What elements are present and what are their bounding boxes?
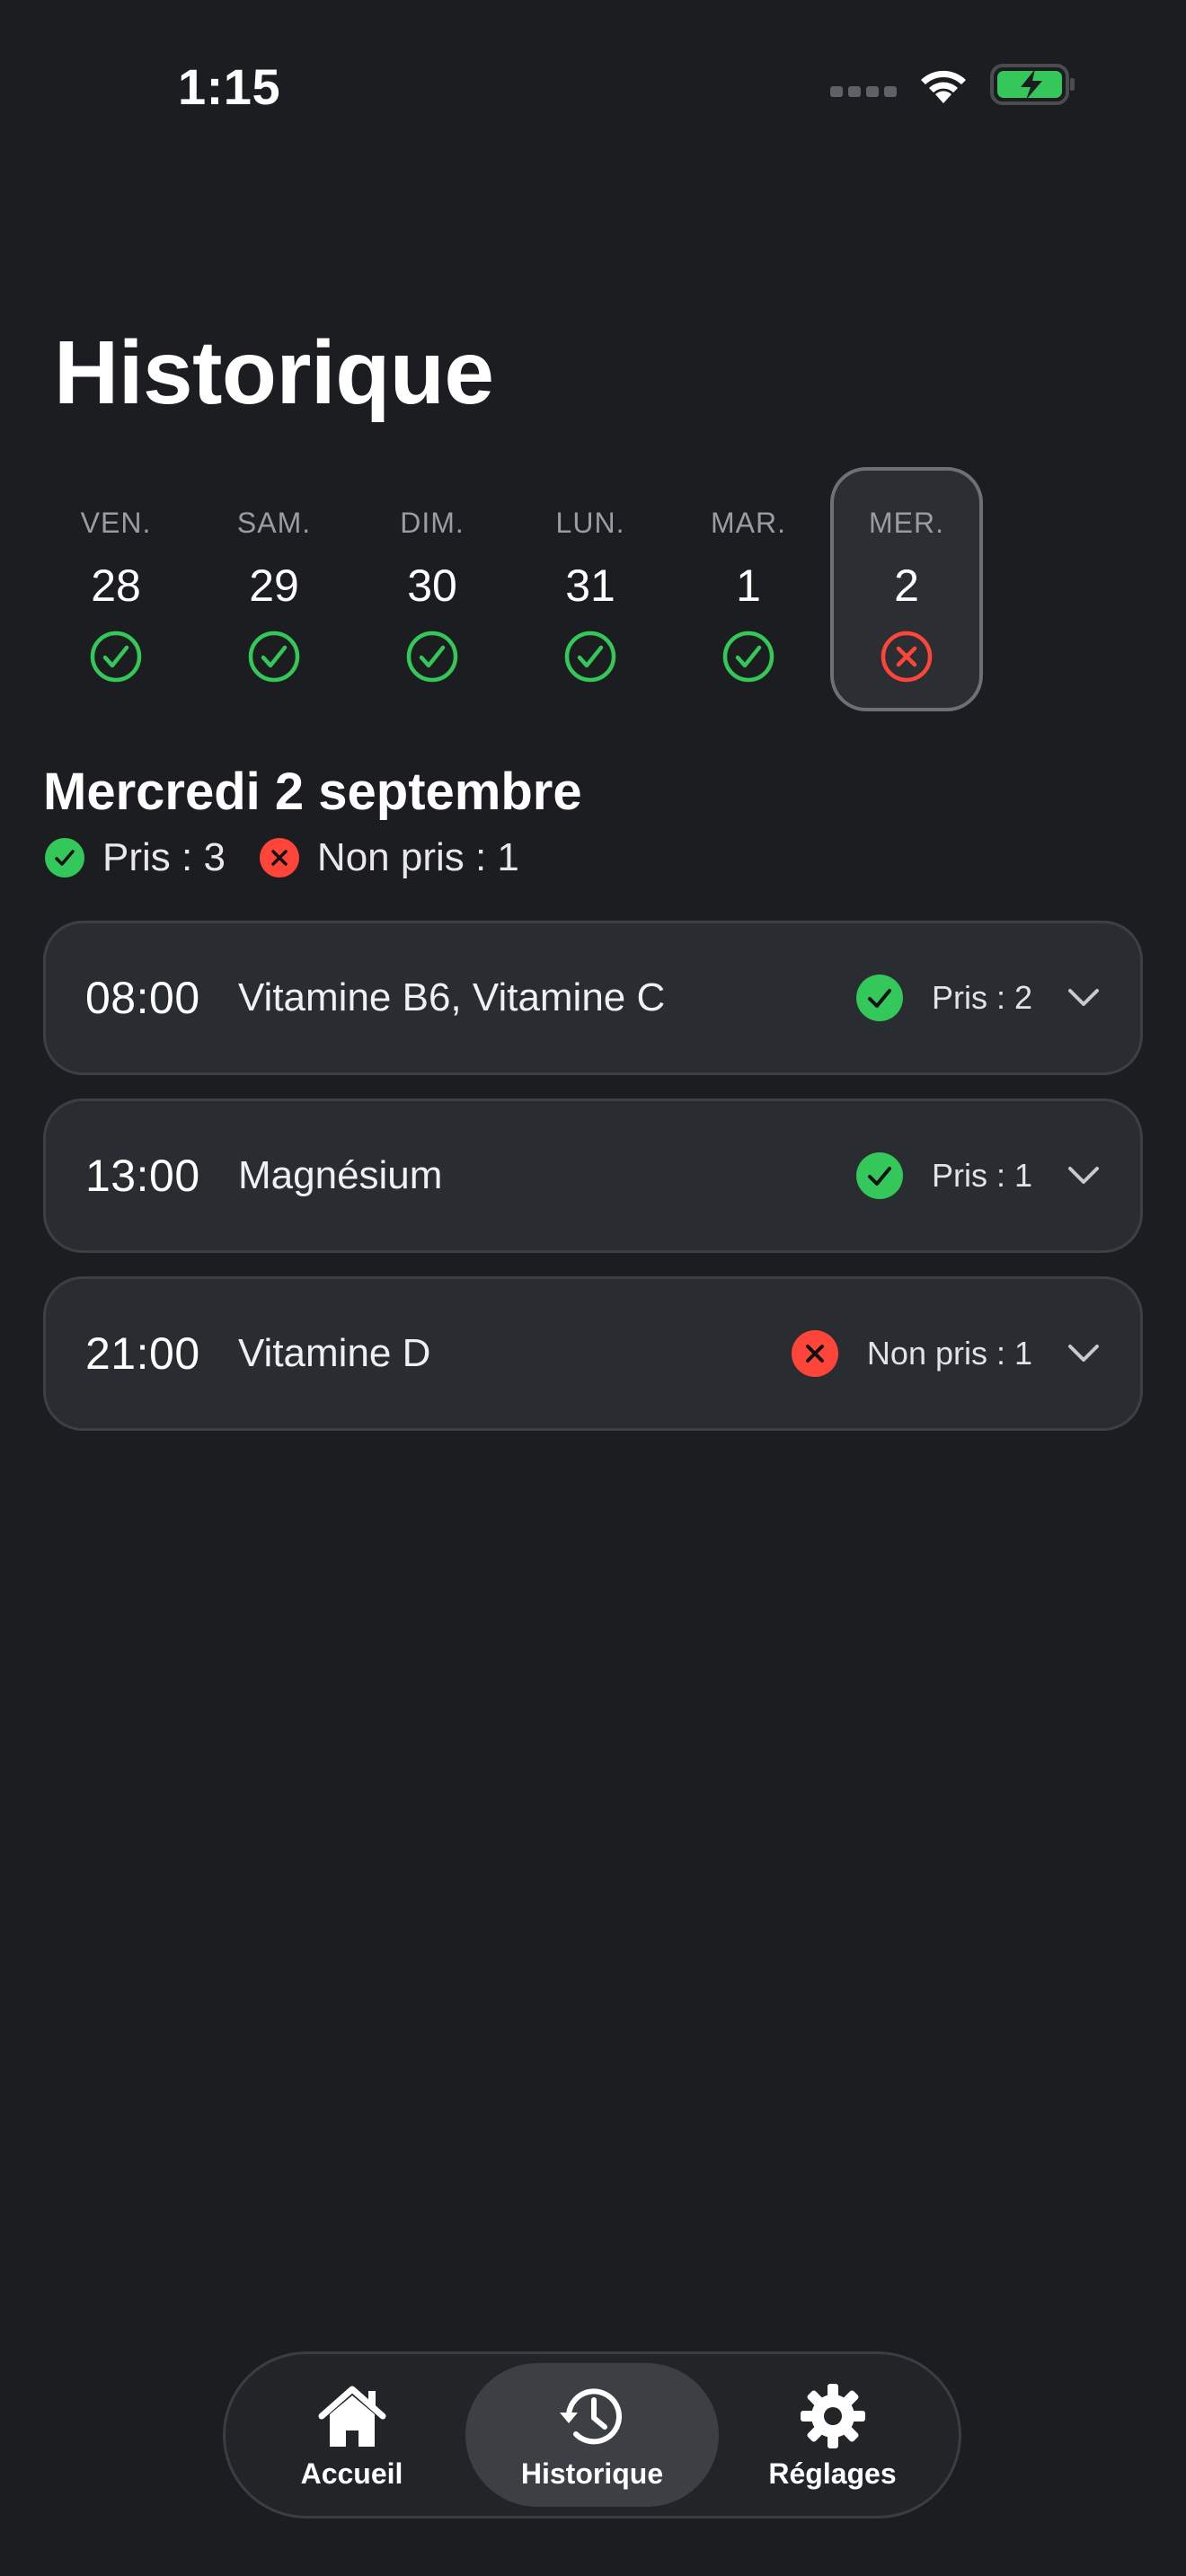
wifi-icon	[921, 70, 966, 103]
tab-label: Historique	[520, 2457, 664, 2490]
day-tue[interactable]: MAR. 1	[672, 467, 825, 711]
day-name: MAR.	[711, 507, 786, 539]
day-name: DIM.	[400, 507, 465, 539]
tab-label: Accueil	[300, 2457, 403, 2490]
chevron-down-icon[interactable]	[1067, 1343, 1101, 1364]
day-name: SAM.	[236, 507, 312, 539]
dose-list: 08:00 Vitamine B6, Vitamine C Pris : 2 1…	[43, 921, 1143, 1454]
dose-card[interactable]: 21:00 Vitamine D Non pris : 1	[43, 1276, 1143, 1431]
day-name: VEN.	[80, 507, 152, 539]
day-number: 28	[91, 560, 141, 611]
gear-icon	[800, 2383, 865, 2448]
x-circle-icon	[881, 631, 933, 683]
tab-bar: Accueil Historique Réglages	[223, 2351, 961, 2519]
day-number: 31	[565, 560, 615, 611]
check-filled-icon	[45, 838, 84, 878]
dose-status: Non pris : 1	[866, 1335, 1032, 1372]
day-fri[interactable]: VEN. 28	[40, 467, 192, 711]
week-strip: VEN. 28 SAM. 29 DIM. 30 LUN. 31 MAR. 1 M…	[40, 467, 983, 711]
day-number: 30	[407, 560, 457, 611]
status-icons	[830, 63, 1076, 106]
x-filled-icon	[259, 838, 299, 878]
day-number: 2	[894, 560, 919, 611]
dose-name: Magnésium	[238, 1153, 443, 1197]
chevron-down-icon[interactable]	[1067, 1165, 1101, 1187]
dose-time: 21:00	[85, 1328, 200, 1379]
dose-time: 08:00	[85, 973, 200, 1023]
day-number: 1	[736, 560, 761, 611]
tab-label: Réglages	[768, 2457, 897, 2490]
dose-time: 13:00	[85, 1151, 200, 1201]
tab-history[interactable]: Historique	[465, 2363, 719, 2507]
dose-card[interactable]: 13:00 Magnésium Pris : 1	[43, 1098, 1143, 1253]
selected-date-heading: Mercredi 2 septembre	[43, 763, 582, 821]
check-filled-icon	[855, 1152, 903, 1199]
cellular-signal-icon	[830, 86, 897, 97]
taken-count: Pris : 3	[102, 835, 226, 879]
house-icon	[318, 2386, 385, 2447]
dose-name: Vitamine D	[238, 1331, 431, 1375]
day-mon[interactable]: LUN. 31	[514, 467, 667, 711]
check-circle-icon	[248, 631, 300, 683]
check-circle-icon	[722, 631, 774, 683]
missed-count: Non pris : 1	[316, 835, 519, 879]
day-sun[interactable]: DIM. 30	[356, 467, 509, 711]
chevron-down-icon[interactable]	[1067, 987, 1101, 1009]
status-time: 1:15	[178, 58, 281, 115]
day-sat[interactable]: SAM. 29	[198, 467, 350, 711]
dose-status: Pris : 2	[931, 979, 1032, 1016]
tab-home[interactable]: Accueil	[238, 2363, 465, 2507]
page-title: Historique	[54, 322, 494, 423]
check-filled-icon	[855, 975, 903, 1021]
day-name: MER.	[869, 507, 944, 539]
check-circle-icon	[564, 631, 616, 683]
check-circle-icon	[90, 631, 142, 683]
tab-settings[interactable]: Réglages	[719, 2363, 946, 2507]
x-filled-icon	[791, 1330, 838, 1377]
dose-status: Pris : 1	[931, 1157, 1032, 1194]
day-summary: Pris : 3 Non pris : 1	[45, 835, 519, 880]
day-number: 29	[249, 560, 299, 611]
dose-card[interactable]: 08:00 Vitamine B6, Vitamine C Pris : 2	[43, 921, 1143, 1075]
battery-charging-icon	[990, 64, 1075, 105]
check-circle-icon	[406, 631, 458, 683]
day-name: LUN.	[555, 507, 625, 539]
day-wed-selected[interactable]: MER. 2	[830, 467, 983, 711]
history-clock-icon	[560, 2387, 622, 2444]
dose-name: Vitamine B6, Vitamine C	[238, 975, 666, 1019]
